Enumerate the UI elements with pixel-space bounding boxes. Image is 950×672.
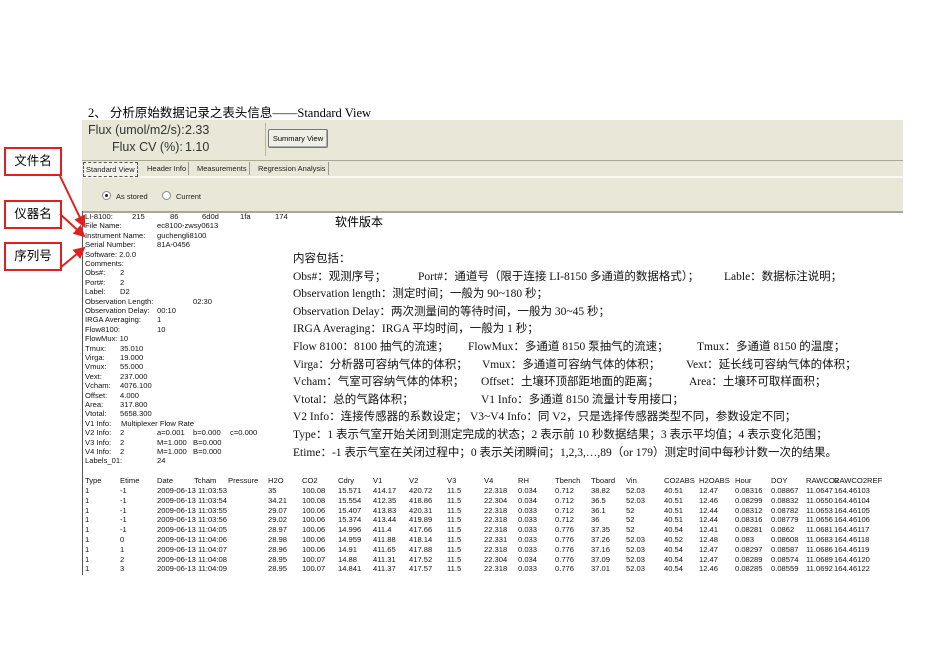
callout-arrows: [59, 175, 86, 269]
arrow-icon: [59, 246, 86, 269]
document-page: 2、 分析原始数据记录之表头信息——Standard View Flux (um…: [0, 0, 950, 672]
